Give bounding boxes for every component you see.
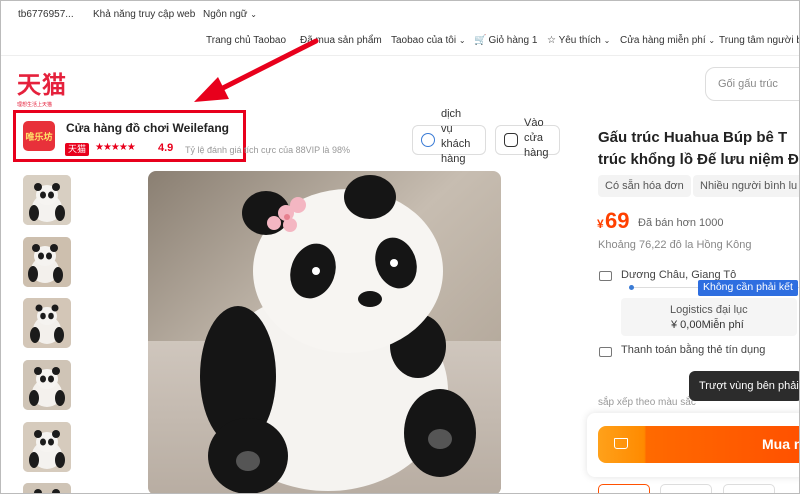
cart-icon: 🛒 [474, 35, 487, 46]
tag-invoice: Có sẵn hóa đơn [598, 175, 691, 197]
nav-seller-center[interactable]: Trung tâm người bán [719, 35, 799, 46]
language-label: Ngôn ngữ [203, 9, 248, 20]
visit-store-label: Vào cửa hàng [524, 116, 548, 161]
buy-now-label: Mua n [762, 436, 800, 452]
nav-cart-label: Giỏ hàng 1 [488, 35, 538, 46]
nav-my-taobao[interactable]: Taobao của tôi ⌄ [391, 35, 466, 46]
thumbnail-5[interactable] [23, 422, 71, 472]
rating-stars: ★★★★★ [95, 142, 136, 153]
nav-purchased[interactable]: Đã mua sản phẩm [300, 35, 382, 46]
panda-thumbnail-image [23, 422, 71, 472]
credit-card-icon [599, 347, 612, 357]
panda-thumbnail-image [23, 175, 71, 225]
cart-icon [614, 438, 628, 449]
top-utility-bar: tb6776957... Khả năng truy cập web Ngôn … [1, 1, 799, 27]
store-icon [504, 133, 518, 147]
panda-thumbnail-image [23, 360, 71, 410]
tmall-badge: 天猫 [65, 143, 89, 156]
color-option-2[interactable] [660, 484, 712, 493]
thumbnail-2[interactable] [23, 237, 71, 287]
customer-service-line3: khách [441, 138, 471, 150]
main-product-image[interactable] [148, 171, 501, 493]
panda-thumbnail-image [23, 298, 71, 348]
hk-price: Khoảng 76,22 đô la Hồng Kông [598, 239, 752, 251]
panda-thumbnail-image [23, 237, 71, 287]
logistics-fee: ¥ 0,00Miễn phí [671, 319, 744, 331]
star-icon: ☆ [547, 35, 556, 46]
logo-slogan: 理想生活上天猫 [17, 102, 53, 108]
truck-icon [599, 271, 612, 281]
panda-thumbnail-image [23, 483, 71, 493]
nav-favorites[interactable]: ☆ Yêu thích ⌄ [547, 35, 610, 46]
thumbnail-3[interactable] [23, 298, 71, 348]
thumbnail-6[interactable] [23, 483, 71, 493]
logistics-label: Logistics đại lục [670, 304, 748, 316]
chevron-down-icon: ⌄ [603, 36, 611, 45]
nav-favorites-label: Yêu thích [558, 35, 601, 46]
price-value: 69 [605, 208, 630, 233]
chat-icon [421, 133, 435, 147]
nav-taobao-home[interactable]: Trang chủ Taobao [206, 35, 286, 46]
customer-service-line1: dịch [441, 108, 462, 120]
account-link[interactable]: tb6776957... [18, 9, 74, 20]
rating-value: 4.9 [158, 142, 174, 154]
tooltip: Trượt vùng bên phải [689, 371, 799, 401]
positive-rate-text: Tỷ lệ đánh giá tích cực của 88VIP là 98% [185, 145, 350, 155]
shop-avatar[interactable]: 唯乐坊 [23, 121, 55, 151]
thumbnail-4[interactable] [23, 360, 71, 410]
product-title: Gấu trúc Huahua Búp bê T trúc khổng lồ Đ… [598, 127, 799, 171]
shop-name[interactable]: Cửa hàng đồ chơi Weilefang [66, 121, 229, 135]
language-menu[interactable]: Ngôn ngữ ⌄ [203, 9, 257, 20]
visit-store-line2: cửa [524, 132, 543, 144]
nav-divider [1, 55, 799, 56]
color-option-3[interactable] [723, 484, 775, 493]
customer-service-line4: hàng [441, 153, 466, 165]
customer-service-line2: vụ [441, 123, 453, 135]
thumbnail-1[interactable] [23, 175, 71, 225]
panda-plush-image [148, 171, 501, 493]
nav-cart[interactable]: 🛒 Giỏ hàng 1 [474, 35, 537, 46]
sort-by-color: sắp xếp theo màu sắc [598, 397, 696, 408]
chevron-down-icon: ⌄ [708, 36, 716, 45]
visit-store-line1: Vào [524, 117, 544, 129]
visit-store-line3: hàng [524, 147, 549, 159]
chevron-down-icon: ⌄ [458, 36, 466, 45]
tag-reviews: Nhiều người bình lu [693, 175, 799, 197]
route-dot [629, 285, 634, 290]
logo-text: 天猫 [17, 71, 67, 99]
accessibility-link[interactable]: Khả năng truy cập web [93, 9, 195, 20]
nav-free-store[interactable]: Cửa hàng miễn phí ⌄ [620, 35, 715, 46]
payment-method: Thanh toán bằng thẻ tín dụng [621, 344, 766, 356]
customer-service-label: dịch vụ khách hàng [441, 107, 470, 167]
browser-page: tb6776957... Khả năng truy cập web Ngôn … [0, 0, 800, 494]
nav-free-store-label: Cửa hàng miễn phí [620, 35, 706, 46]
sold-count: Đã bán hơn 1000 [638, 217, 724, 229]
search-input[interactable]: Gối gấu trúc [705, 67, 799, 101]
nav-my-taobao-label: Taobao của tôi [391, 35, 457, 46]
chevron-down-icon: ⌄ [250, 10, 257, 19]
color-option-1[interactable] [598, 484, 650, 493]
site-nav: Trang chủ Taobao Đã mua sản phẩm Taobao … [1, 29, 799, 53]
title-line-1: Gấu trúc Huahua Búp bê T [598, 129, 788, 146]
price-currency: ¥ [597, 217, 604, 231]
shipping-badge: Không cần phải kết [698, 280, 798, 296]
title-line-2: trúc khổng lồ Đế lưu niệm Đ [598, 151, 799, 168]
tmall-logo[interactable]: 天猫 理想生活上天猫 [17, 65, 73, 108]
